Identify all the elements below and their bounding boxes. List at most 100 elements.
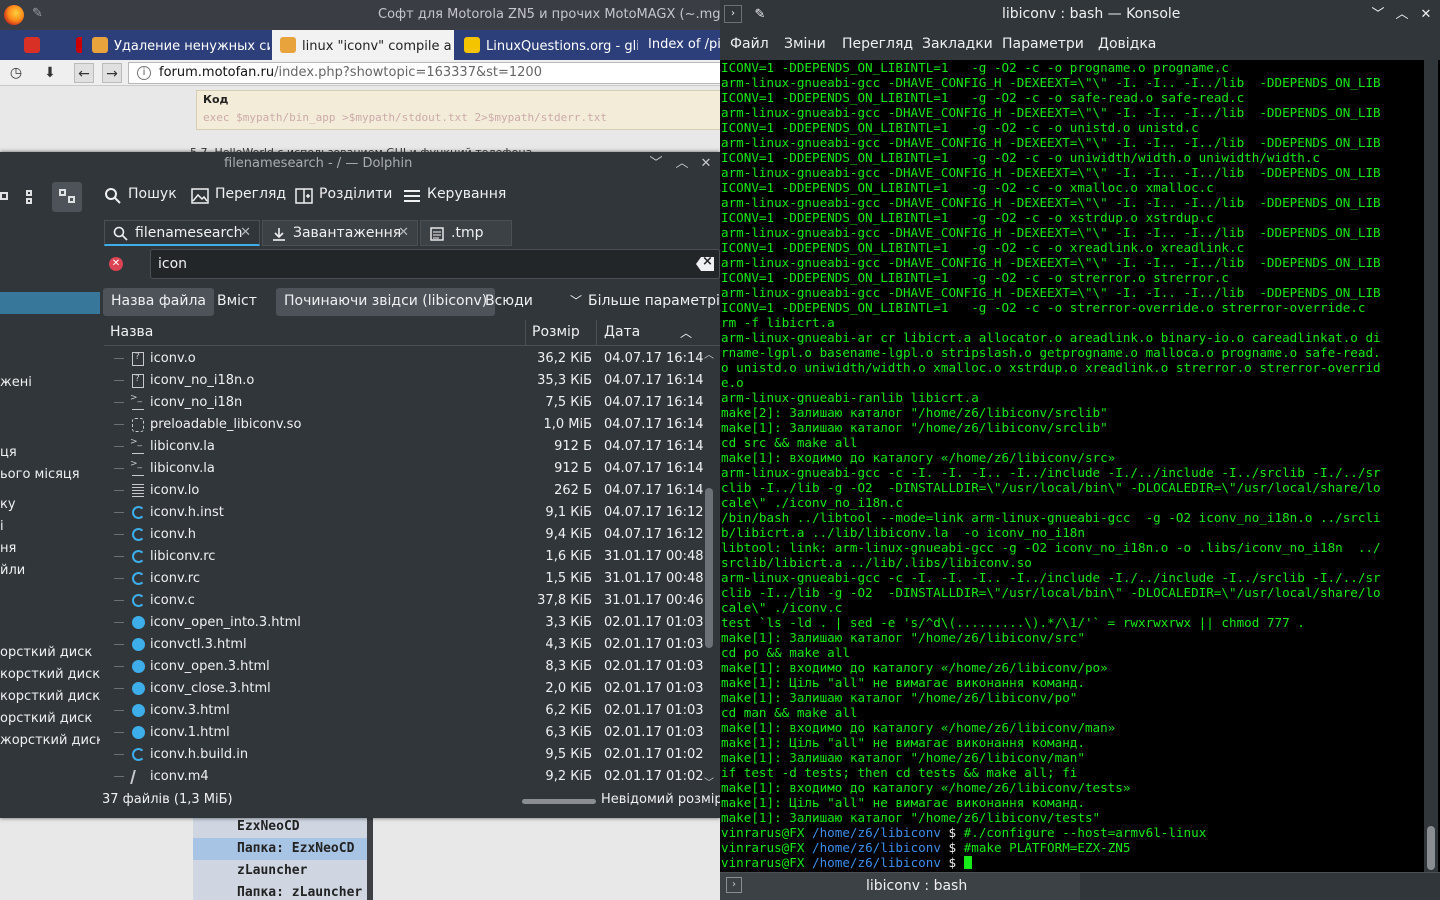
places-item[interactable]: жені <box>0 372 100 394</box>
split-button[interactable]: Розділити <box>295 186 392 210</box>
close-tab-icon[interactable]: ✕ <box>398 225 409 240</box>
menu-item[interactable]: Перегляд <box>842 36 913 52</box>
column-size[interactable]: Розмір <box>532 324 580 340</box>
places-item[interactable]: корсткий диск <box>0 664 100 686</box>
file-row[interactable]: libiconv.rc 1,6 КіБ 31.01.17 00:48 <box>104 546 704 568</box>
file-row[interactable]: iconv_open_into.3.html 3,3 КіБ 02.01.17 01… <box>104 612 704 634</box>
search-button[interactable]: Пошук <box>104 186 177 210</box>
pin-icon[interactable]: ✎ <box>750 5 770 25</box>
column-date[interactable]: Дата <box>604 324 640 340</box>
c-file-icon <box>132 594 145 607</box>
tab-downloads[interactable]: Завантаження ✕ <box>262 220 418 246</box>
url-bar[interactable]: i forum.motofan.ru/index.php?showtopic=1… <box>128 62 722 84</box>
history-icon[interactable]: ◷ <box>6 63 26 83</box>
preview-button[interactable]: Перегляд <box>191 186 286 210</box>
scroll-thumb[interactable] <box>705 488 713 648</box>
browser-tab[interactable] <box>0 30 48 60</box>
places-item[interactable]: і <box>0 516 100 538</box>
tab-filenamesearch[interactable]: filenamesearch ✕ <box>104 220 260 246</box>
more-options-button[interactable]: ﹀ Більше параметрів <box>562 288 720 316</box>
places-item[interactable]: жорсткий диск <box>0 730 100 752</box>
file-row[interactable]: iconv_no_i18n.o 35,3 КіБ 04.07.17 16:14 <box>104 370 704 392</box>
filter-everywhere-button[interactable]: Всюди <box>477 288 541 316</box>
close-icon[interactable]: ✕ <box>696 154 716 174</box>
scroll-thumb[interactable] <box>1427 826 1435 870</box>
browser-tab[interactable] <box>52 30 82 60</box>
minimize-icon[interactable]: ﹀ <box>1368 5 1388 25</box>
menu-item[interactable]: Файл <box>730 36 769 52</box>
places-item[interactable]: корсткий диск <box>0 686 100 708</box>
terminal-line: /bin/bash ../libtool --mode=link arm-lin… <box>721 510 1381 525</box>
list-item[interactable]: Папка: EzxNeoCD <box>193 838 367 860</box>
compact-view-button[interactable] <box>18 182 48 212</box>
maximize-icon[interactable]: ︿ <box>672 154 692 174</box>
pin-icon[interactable]: ✎ <box>32 6 43 21</box>
terminal-output[interactable]: ICONV=1 -DDEPENDS_ON_LIBINTL=1 -g -O2 -c… <box>721 60 1421 872</box>
file-row[interactable]: iconv.1.html 6,3 КіБ 02.01.17 01:03 <box>104 722 704 744</box>
details-view-button[interactable] <box>52 182 82 212</box>
terminal-scrollbar[interactable] <box>1424 60 1438 872</box>
file-row[interactable]: iconv.h.inst 9,1 КіБ 04.07.17 16:12 <box>104 502 704 524</box>
maximize-icon[interactable]: ︿ <box>1392 5 1412 25</box>
places-item[interactable]: ього місяця <box>0 464 100 486</box>
close-search-icon[interactable]: ✕ <box>109 257 123 271</box>
scroll-down-icon[interactable]: ﹀ <box>704 774 714 789</box>
list-item[interactable]: Папка: zLauncher <box>193 882 367 900</box>
window-menu-icon[interactable]: › <box>724 5 742 23</box>
icons-view-button[interactable] <box>0 182 16 212</box>
file-row[interactable]: iconv.rc 1,5 КіБ 31.01.17 00:48 <box>104 568 704 590</box>
filter-from-here-button[interactable]: Починаючи звідси (libiconv) <box>276 288 496 316</box>
back-button[interactable]: ← <box>74 63 94 83</box>
minimize-icon[interactable]: ﹀ <box>646 154 666 174</box>
column-name[interactable]: Назва <box>110 324 153 340</box>
file-row[interactable]: iconv.h 9,4 КіБ 04.07.17 16:12 <box>104 524 704 546</box>
places-item[interactable]: ку <box>0 494 100 516</box>
tab-libiconv-bash[interactable]: › libiconv : bash <box>720 873 1080 900</box>
file-row[interactable]: iconv.h.build.in 9,5 КіБ 02.01.17 01:02 <box>104 744 704 766</box>
file-list-scrollbar[interactable]: ︿ ﹀ <box>704 346 714 790</box>
file-row[interactable]: libiconv.la 912 Б 04.07.17 16:14 <box>104 458 704 480</box>
scroll-up-icon[interactable]: ︿ <box>704 346 714 361</box>
file-row[interactable]: iconv.lo 262 Б 04.07.17 16:14 <box>104 480 704 502</box>
file-row[interactable]: iconv.c 37,8 КіБ 31.01.17 00:46 <box>104 590 704 612</box>
close-tab-icon[interactable]: ✕ <box>240 225 251 240</box>
menu-item[interactable]: Зміни <box>784 36 826 52</box>
places-item[interactable]: ня <box>0 538 100 560</box>
file-row[interactable]: libiconv.la 912 Б 04.07.17 16:14 <box>104 436 704 458</box>
prompt-path: /home/z6/libiconv <box>812 840 941 855</box>
control-button[interactable]: Керування <box>403 186 506 210</box>
filter-filename-button[interactable]: Назва файла <box>103 288 215 316</box>
tab-menu-icon[interactable]: › <box>726 877 742 893</box>
forward-button[interactable]: → <box>102 63 122 83</box>
file-name: iconvctl.3.html <box>150 637 247 652</box>
menu-item[interactable]: Параметри <box>1002 36 1084 52</box>
info-icon[interactable]: i <box>137 66 151 80</box>
download-icon[interactable]: ⬇ <box>40 63 60 83</box>
close-icon[interactable]: ✕ <box>1416 5 1436 25</box>
file-row[interactable]: iconv.o 36,2 КіБ 04.07.17 16:14 <box>104 348 704 370</box>
file-row[interactable]: iconv_open.3.html 8,3 КіБ 02.01.17 01:03 <box>104 656 704 678</box>
filter-content-button[interactable]: Вміст <box>209 288 265 316</box>
exe-file-icon <box>130 393 144 410</box>
places-item[interactable] <box>0 292 100 314</box>
browser-tab[interactable]: linux "iconv" compile a t <box>272 30 454 60</box>
places-item[interactable]: орсткий диск <box>0 642 100 664</box>
list-item[interactable]: zLauncher <box>193 860 367 882</box>
menu-item[interactable]: Довідка <box>1098 36 1156 52</box>
places-item[interactable]: ця <box>0 442 100 464</box>
file-row[interactable]: iconv.m4 9,2 КіБ 02.01.17 01:02 <box>104 766 704 788</box>
places-item[interactable]: йли <box>0 560 100 582</box>
search-input[interactable] <box>150 249 720 279</box>
browser-tab[interactable]: Удаление ненужных си <box>84 30 270 60</box>
file-row[interactable]: iconv.3.html 6,2 КіБ 02.01.17 01:03 <box>104 700 704 722</box>
menu-item[interactable]: Закладки <box>922 36 993 52</box>
file-row[interactable]: iconv_close.3.html 2,0 КіБ 02.01.17 01:03 <box>104 678 704 700</box>
list-item[interactable]: EzxNeoCD <box>193 816 367 838</box>
file-row[interactable]: iconv_no_i18n 7,5 КіБ 04.07.17 16:14 <box>104 392 704 414</box>
tab-tmp[interactable]: .tmp <box>420 220 512 246</box>
places-item[interactable]: орсткий диск <box>0 708 100 730</box>
browser-tab[interactable]: Index of /pi <box>640 30 722 60</box>
file-row[interactable]: iconvctl.3.html 4,3 КіБ 02.01.17 01:03 <box>104 634 704 656</box>
file-row[interactable]: preloadable_libiconv.so 1,0 МіБ 04.07.17 1… <box>104 414 704 436</box>
browser-tab[interactable]: LinuxQuestions.org - gli <box>456 30 638 60</box>
